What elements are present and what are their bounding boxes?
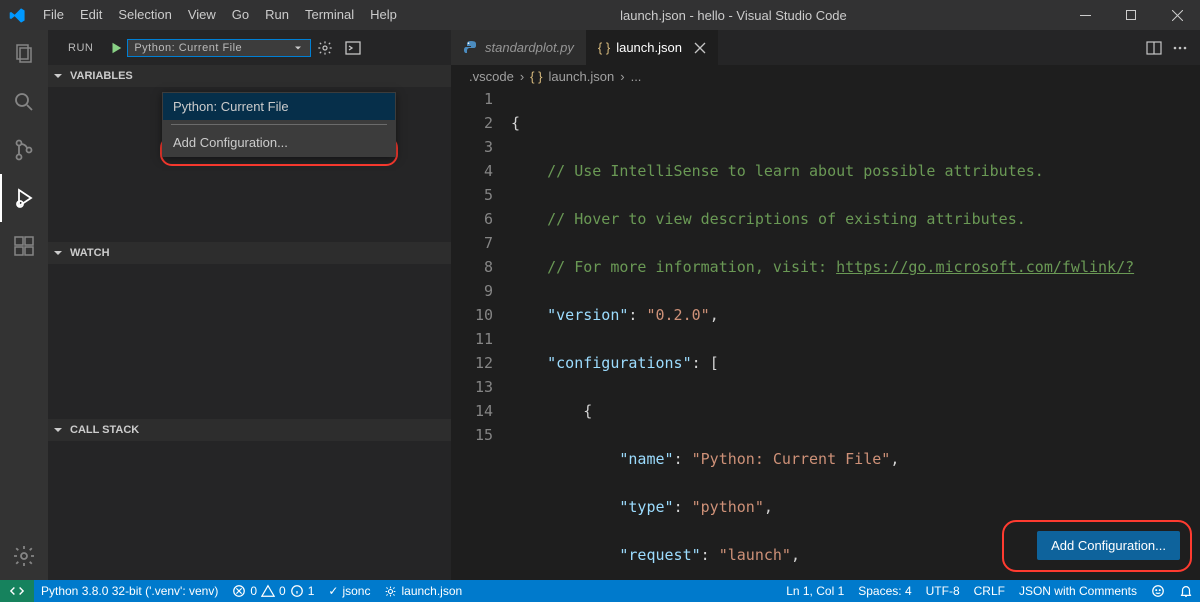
- settings-gear-icon[interactable]: [0, 532, 48, 580]
- menu-file[interactable]: File: [35, 0, 72, 30]
- code-editor[interactable]: 123 456 789 101112 131415 { // Use Intel…: [451, 87, 1200, 580]
- titlebar: File Edit Selection View Go Run Terminal…: [0, 0, 1200, 30]
- chevron-down-icon: [292, 42, 304, 54]
- window-title: launch.json - hello - Visual Studio Code: [405, 8, 1062, 23]
- menu-go[interactable]: Go: [224, 0, 257, 30]
- debug-console-icon[interactable]: [339, 40, 367, 56]
- menu-view[interactable]: View: [180, 0, 224, 30]
- menu-terminal[interactable]: Terminal: [297, 0, 362, 30]
- language-status[interactable]: JSON with Comments: [1012, 580, 1144, 602]
- variables-section-header[interactable]: VARIABLES: [48, 65, 451, 87]
- line-numbers: 123 456 789 101112 131415: [451, 87, 511, 580]
- breadcrumb-folder[interactable]: .vscode: [469, 69, 514, 84]
- eol-status[interactable]: CRLF: [967, 580, 1012, 602]
- breadcrumb-file[interactable]: launch.json: [548, 69, 614, 84]
- extensions-icon[interactable]: [0, 222, 48, 270]
- cursor-position[interactable]: Ln 1, Col 1: [779, 580, 851, 602]
- dropdown-item-current-file[interactable]: Python: Current File: [163, 93, 395, 120]
- sidebar-title: RUN: [68, 42, 93, 54]
- activity-bar: [0, 30, 48, 580]
- tab-standardplot[interactable]: standardplot.py: [451, 30, 586, 65]
- close-button[interactable]: [1154, 0, 1200, 30]
- problems-status[interactable]: 0 0 1: [225, 580, 321, 602]
- notifications-icon[interactable]: [1172, 580, 1200, 602]
- indentation-status[interactable]: Spaces: 4: [851, 580, 918, 602]
- status-bar: Python 3.8.0 32-bit ('.venv': venv) 0 0 …: [0, 580, 1200, 602]
- breadcrumb-more[interactable]: ...: [631, 69, 642, 84]
- config-dropdown-panel: Python: Current File Add Configuration..…: [162, 92, 396, 157]
- launch-config-selected: Python: Current File: [134, 42, 242, 54]
- json-file-icon: { }: [530, 69, 542, 84]
- status-filename[interactable]: launch.json: [377, 580, 469, 602]
- remote-indicator-icon[interactable]: [0, 580, 34, 602]
- dropdown-item-add-config[interactable]: Add Configuration...: [163, 129, 395, 156]
- tab-label: standardplot.py: [485, 40, 574, 55]
- callstack-label: CALL STACK: [70, 424, 139, 436]
- tab-launch-json[interactable]: { } launch.json: [586, 30, 718, 65]
- maximize-button[interactable]: [1108, 0, 1154, 30]
- explorer-icon[interactable]: [0, 30, 48, 78]
- tab-label: launch.json: [616, 40, 682, 55]
- variables-label: VARIABLES: [70, 70, 133, 82]
- code-content[interactable]: { // Use IntelliSense to learn about pos…: [511, 87, 1200, 580]
- menu-help[interactable]: Help: [362, 0, 405, 30]
- more-actions-icon[interactable]: [1172, 40, 1188, 56]
- chevron-right-icon: ›: [520, 69, 524, 84]
- chevron-down-icon: [50, 245, 66, 261]
- search-icon[interactable]: [0, 78, 48, 126]
- python-file-icon: [463, 40, 479, 56]
- editor-area: standardplot.py { } launch.json .vscode …: [451, 30, 1200, 580]
- minimize-button[interactable]: [1062, 0, 1108, 30]
- scm-icon[interactable]: [0, 126, 48, 174]
- json-file-icon: { }: [598, 40, 610, 55]
- chevron-right-icon: ›: [620, 69, 624, 84]
- python-interpreter-status[interactable]: Python 3.8.0 32-bit ('.venv': venv): [34, 580, 225, 602]
- close-tab-icon[interactable]: [694, 42, 706, 54]
- run-debug-icon[interactable]: [0, 174, 48, 222]
- split-editor-icon[interactable]: [1146, 40, 1162, 56]
- chevron-down-icon: [50, 422, 66, 438]
- start-debug-icon[interactable]: [105, 41, 127, 55]
- run-sidebar: RUN Python: Current File VARIABLES WATCH: [48, 30, 451, 580]
- breadcrumbs[interactable]: .vscode › { } launch.json › ...: [451, 65, 1200, 87]
- feedback-icon[interactable]: [1144, 580, 1172, 602]
- add-configuration-button[interactable]: Add Configuration...: [1037, 531, 1180, 560]
- launch-config-dropdown[interactable]: Python: Current File: [127, 39, 311, 57]
- menubar: File Edit Selection View Go Run Terminal…: [35, 0, 405, 30]
- menu-selection[interactable]: Selection: [110, 0, 179, 30]
- callstack-section-header[interactable]: CALL STACK: [48, 419, 451, 441]
- language-mode-check[interactable]: ✓ jsonc: [321, 580, 377, 602]
- encoding-status[interactable]: UTF-8: [919, 580, 967, 602]
- watch-label: WATCH: [70, 247, 110, 259]
- watch-section-header[interactable]: WATCH: [48, 242, 451, 264]
- vscode-logo-icon: [0, 7, 35, 24]
- chevron-down-icon: [50, 68, 66, 84]
- configure-gear-icon[interactable]: [311, 40, 339, 56]
- menu-run[interactable]: Run: [257, 0, 297, 30]
- editor-tabs: standardplot.py { } launch.json: [451, 30, 1200, 65]
- dropdown-separator: [171, 124, 387, 125]
- menu-edit[interactable]: Edit: [72, 0, 110, 30]
